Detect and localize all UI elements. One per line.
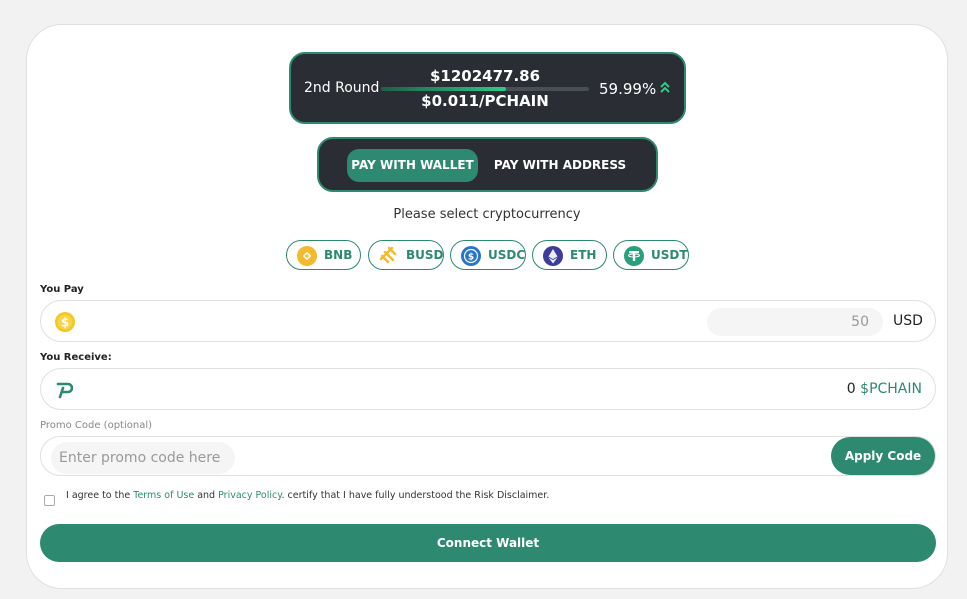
crypto-chip-label: BUSD [406,248,444,262]
agreement-text: I agree to the Terms of Use and Privacy … [66,490,549,501]
crypto-chip-eth[interactable]: ETH [532,240,607,270]
progress-percent: 59.99% [599,80,657,98]
receive-currency: $PCHAIN [860,381,922,397]
you-pay-field: $ 50 USD [40,300,936,342]
connect-wallet-button[interactable]: Connect Wallet [40,524,936,562]
agree-checkbox[interactable] [44,495,55,506]
promo-code-field [40,436,936,476]
double-chevron-up-icon[interactable] [658,79,672,95]
pay-currency: USD [893,313,923,329]
privacy-policy-link[interactable]: Privacy Policy [218,490,281,501]
crypto-chip-busd[interactable]: BUSD [368,240,444,270]
receive-amount: 0 $PCHAIN [847,381,922,397]
svg-text:$: $ [468,253,474,263]
busd-icon [379,246,397,264]
crypto-selector: BNB BUSD $ USDC ETH USDT [27,240,947,270]
usdc-icon: $ [461,246,481,266]
presale-card: 2nd Round $1202477.86 $0.011/PCHAIN 59.9… [26,24,948,589]
terms-of-use-link[interactable]: Terms of Use [133,490,194,501]
dollar-coin-icon: $ [55,312,75,332]
crypto-chip-usdc[interactable]: $ USDC [450,240,526,270]
payment-method-toggle: PAY WITH WALLET PAY WITH ADDRESS [317,137,658,192]
crypto-chip-label: ETH [570,248,597,262]
pay-amount-input[interactable]: 50 [707,308,883,336]
crypto-chip-bnb[interactable]: BNB [286,240,361,270]
select-crypto-label: Please select cryptocurrency [393,207,581,222]
eth-icon [543,246,563,266]
bnb-icon [297,246,317,266]
svg-text:$: $ [61,316,69,330]
progress-fill [381,87,506,91]
apply-code-button[interactable]: Apply Code [831,437,935,475]
pay-with-wallet-tab[interactable]: PAY WITH WALLET [347,149,478,182]
you-receive-label: You Receive: [40,352,112,363]
raised-amount: $1202477.86 [429,67,541,85]
promo-code-input[interactable] [51,442,235,474]
agreement-and: and [197,490,216,501]
pay-with-address-tab[interactable]: PAY WITH ADDRESS [489,149,631,182]
you-pay-label: You Pay [40,284,84,295]
crypto-chip-label: USDC [488,248,526,262]
progress-bar [381,87,589,91]
agreement-suffix: . certify that I have fully understood t… [281,490,550,501]
pchain-logo-icon [56,382,74,399]
receive-amount-value: 0 [846,381,856,397]
usdt-icon [624,246,644,266]
promo-code-label: Promo Code (optional) [40,420,153,431]
crypto-chip-label: BNB [324,248,353,262]
agreement-prefix: I agree to the [66,490,131,501]
crypto-chip-usdt[interactable]: USDT [613,240,689,270]
round-label: 2nd Round [304,80,380,96]
you-receive-field: 0 $PCHAIN [40,368,936,410]
token-price: $0.011/PCHAIN [421,92,549,110]
crypto-chip-label: USDT [651,248,688,262]
round-info-panel: 2nd Round $1202477.86 $0.011/PCHAIN 59.9… [289,52,686,124]
pay-amount-value: 50 [851,314,869,330]
